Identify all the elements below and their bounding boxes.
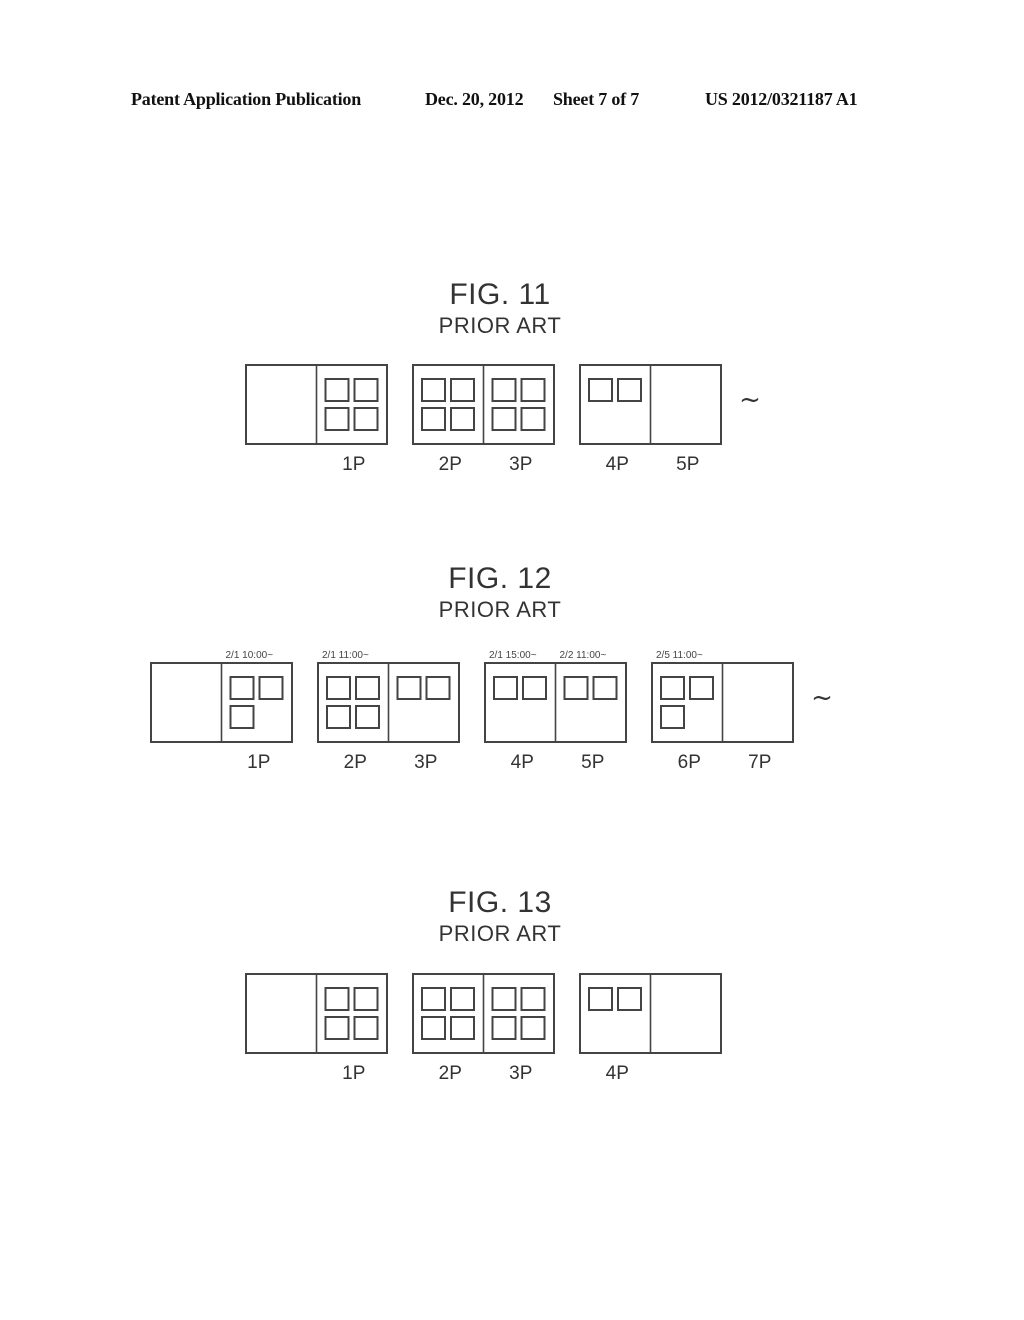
photo-thumbnail bbox=[592, 676, 618, 700]
photo-thumbnail bbox=[258, 676, 284, 700]
page-label: 3P bbox=[509, 454, 532, 475]
photo-thumbnail bbox=[229, 676, 255, 700]
photo-thumbnail bbox=[355, 705, 380, 729]
page-label: 2P bbox=[439, 1063, 462, 1084]
photo-thumbnail bbox=[450, 407, 475, 431]
photo-thumbnail bbox=[421, 378, 446, 402]
photo-thumbnail bbox=[355, 676, 380, 700]
page-timestamp: 2/1 11:00~ bbox=[322, 650, 369, 661]
photo-thumbnail bbox=[353, 987, 379, 1011]
page-label: 1P bbox=[247, 752, 270, 773]
photo-thumbnail bbox=[588, 987, 613, 1011]
page-label: 3P bbox=[509, 1063, 532, 1084]
photo-thumbnail bbox=[425, 676, 451, 700]
photo-thumbnail bbox=[450, 378, 475, 402]
photo-thumbnail bbox=[617, 378, 642, 402]
photo-thumbnail bbox=[520, 378, 546, 402]
photo-thumbnail bbox=[450, 987, 475, 1011]
photo-thumbnail bbox=[450, 1016, 475, 1040]
page-label: 4P bbox=[511, 752, 534, 773]
photo-thumbnail bbox=[229, 705, 255, 729]
page-timestamp: 2/5 11:00~ bbox=[656, 650, 703, 661]
photo-thumbnail bbox=[326, 705, 351, 729]
photo-thumbnail bbox=[491, 407, 517, 431]
photo-thumbnail bbox=[353, 1016, 379, 1040]
photo-thumbnail bbox=[396, 676, 422, 700]
page-timestamp: 2/1 10:00~ bbox=[226, 650, 274, 661]
photo-thumbnail bbox=[421, 407, 446, 431]
page-timestamp: 2/1 15:00~ bbox=[489, 650, 537, 661]
page-label: 3P bbox=[414, 752, 437, 773]
photo-thumbnail bbox=[353, 407, 379, 431]
page-label: 2P bbox=[344, 752, 367, 773]
photo-thumbnail bbox=[491, 378, 517, 402]
page-label: 4P bbox=[606, 1063, 629, 1084]
page-label: 2P bbox=[439, 454, 462, 475]
photo-thumbnail bbox=[617, 987, 642, 1011]
photo-thumbnail bbox=[491, 1016, 517, 1040]
photo-thumbnail bbox=[522, 676, 547, 700]
continuation-tilde: ~ bbox=[739, 385, 761, 415]
photo-thumbnail bbox=[520, 407, 546, 431]
continuation-tilde: ~ bbox=[811, 683, 833, 713]
photo-thumbnail bbox=[353, 378, 379, 402]
page-timestamp: 2/2 11:00~ bbox=[560, 650, 607, 661]
photo-thumbnail bbox=[493, 676, 518, 700]
photo-thumbnail bbox=[324, 1016, 350, 1040]
photo-thumbnail bbox=[660, 705, 685, 729]
photo-thumbnail bbox=[520, 987, 546, 1011]
figure-drawings: 1P 2P 3P 4P 5P ~1P 2/1 10:00~ 2P 2/1 11:00~ 3P 4P 2… bbox=[150, 364, 833, 1084]
page-label: 5P bbox=[581, 752, 604, 773]
photo-thumbnail bbox=[421, 1016, 446, 1040]
photo-thumbnail bbox=[588, 378, 613, 402]
photo-thumbnail bbox=[324, 987, 350, 1011]
page-label: 1P bbox=[342, 1063, 365, 1084]
photo-thumbnail bbox=[689, 676, 714, 700]
photo-thumbnail bbox=[520, 1016, 546, 1040]
photo-thumbnail bbox=[326, 676, 351, 700]
photo-thumbnail bbox=[324, 378, 350, 402]
photo-thumbnail bbox=[660, 676, 685, 700]
photo-thumbnail bbox=[563, 676, 589, 700]
page-label: 4P bbox=[606, 454, 629, 475]
photo-thumbnail bbox=[491, 987, 517, 1011]
photo-thumbnail bbox=[324, 407, 350, 431]
page-label: 6P bbox=[678, 752, 701, 773]
photo-thumbnail bbox=[421, 987, 446, 1011]
page-label: 7P bbox=[748, 752, 771, 773]
page-label: 5P bbox=[676, 454, 699, 475]
page-label: 1P bbox=[342, 454, 365, 475]
